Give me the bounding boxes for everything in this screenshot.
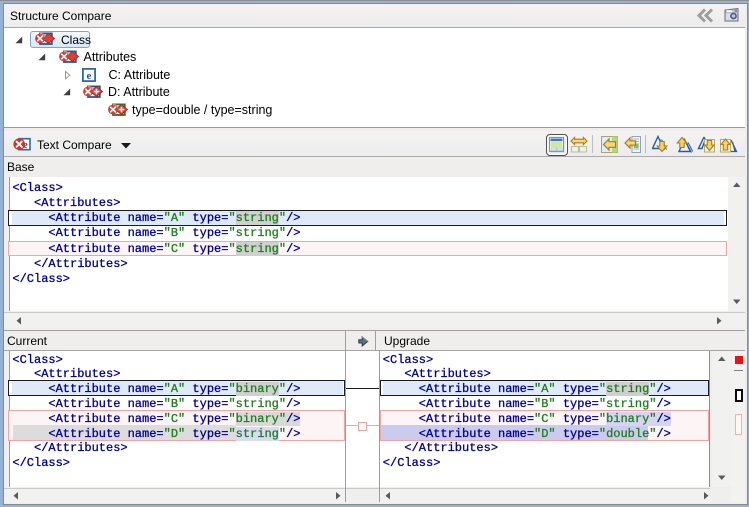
svg-text:e: e	[86, 70, 91, 82]
